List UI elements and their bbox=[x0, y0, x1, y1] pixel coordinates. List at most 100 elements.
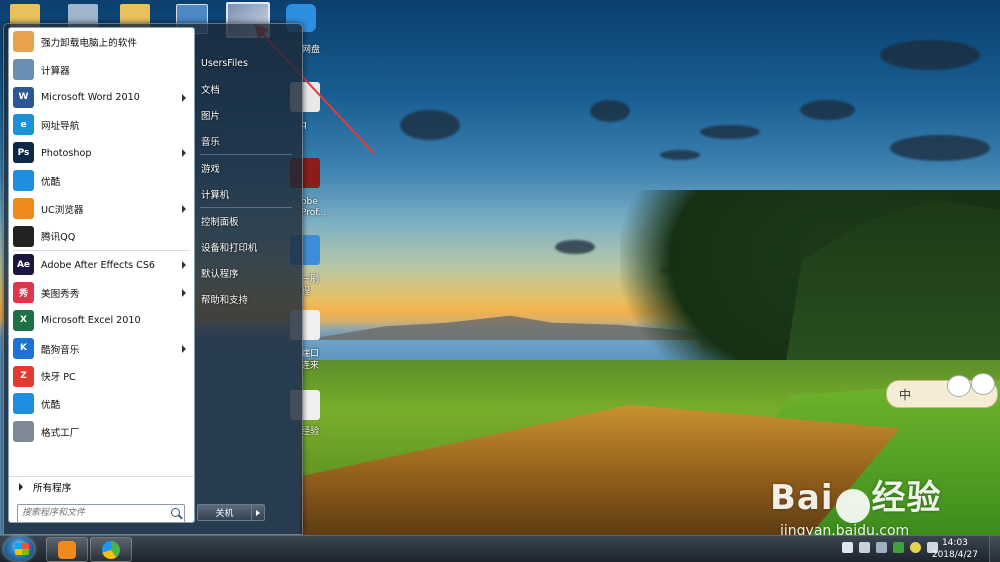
program-item[interactable]: W Microsoft Word 2010 bbox=[9, 84, 194, 112]
submenu-arrow-icon[interactable] bbox=[182, 93, 186, 102]
submenu-arrow-icon[interactable] bbox=[182, 261, 186, 270]
watermark-brand: Bai bbox=[770, 478, 834, 518]
uc-browser-icon bbox=[13, 197, 34, 219]
format-factory-icon bbox=[13, 421, 34, 443]
baidu-watermark: Bai 经验 jingyan.baidu.com bbox=[770, 470, 942, 535]
taskbar: 14:03 2018/4/27 bbox=[0, 535, 1000, 562]
clock-time: 14:03 bbox=[941, 538, 968, 548]
photoshop-icon: Ps bbox=[13, 142, 34, 164]
monitor-tray-icon[interactable] bbox=[876, 542, 887, 553]
ime-toolbar[interactable]: 中 bbox=[886, 373, 998, 408]
program-item-label: Microsoft Word 2010 bbox=[41, 91, 140, 103]
watermark-url: jingyan.baidu.com bbox=[780, 523, 910, 535]
calculator-icon bbox=[13, 58, 34, 80]
browser-360-icon bbox=[102, 540, 120, 559]
program-item-label: 酷狗音乐 bbox=[41, 344, 80, 356]
baidu-paw-icon bbox=[835, 489, 870, 523]
program-item[interactable]: X Microsoft Excel 2010 bbox=[9, 307, 194, 335]
word-icon: W bbox=[13, 86, 34, 108]
all-programs-button[interactable]: 所有程序 bbox=[9, 476, 194, 497]
start-menu-places-pane: UsersFiles 文档 图片 音乐 游戏 计算机 控制面板 设备和打印机 默认程序 帮助和支持 bbox=[194, 50, 298, 312]
program-item-label: 美图秀秀 bbox=[41, 289, 80, 301]
submenu-arrow-icon[interactable] bbox=[182, 344, 186, 353]
volume-icon[interactable] bbox=[842, 542, 853, 553]
windows-logo-icon bbox=[15, 543, 29, 555]
taskbar-360-browser-button[interactable] bbox=[90, 537, 132, 562]
program-item[interactable]: 腾讯QQ bbox=[9, 223, 194, 251]
right-item-help-support[interactable]: 帮助和支持 bbox=[194, 286, 298, 312]
search-icon[interactable] bbox=[171, 508, 180, 517]
right-item-usersfiles[interactable]: UsersFiles bbox=[194, 50, 298, 76]
program-list: 强力卸载电脑上的软件 计算器 W Microsoft Word 2010 e 网址导航 Ps… bbox=[9, 28, 194, 446]
search-box[interactable] bbox=[17, 504, 185, 523]
all-programs-label: 所有程序 bbox=[33, 483, 72, 494]
program-item[interactable]: Ae Adobe After Effects CS6 bbox=[9, 251, 194, 279]
security-shield-icon[interactable] bbox=[893, 542, 904, 553]
program-item-label: Microsoft Excel 2010 bbox=[41, 315, 141, 327]
shutdown-button[interactable]: 关机 bbox=[198, 505, 252, 520]
desktop-icon-flash-label-1: obe bbox=[301, 197, 318, 207]
program-item-label: 优酷 bbox=[41, 176, 61, 188]
desktop-icon-app-5-label: 经验 bbox=[301, 427, 320, 437]
youku-icon bbox=[13, 393, 34, 415]
qq-icon bbox=[13, 225, 34, 247]
program-item-label: 网址导航 bbox=[41, 121, 80, 133]
right-item-computer[interactable]: 计算机 bbox=[194, 181, 298, 207]
right-item-documents[interactable]: 文档 bbox=[194, 76, 298, 102]
expand-arrow-icon bbox=[19, 483, 23, 491]
program-item[interactable]: 秀美图秀秀 bbox=[9, 279, 194, 307]
watermark-brand-2: 经验 bbox=[871, 478, 942, 518]
desktop-icon-app-4-label-2: 连来 bbox=[301, 361, 320, 371]
network-icon[interactable] bbox=[859, 542, 870, 553]
program-item[interactable]: e 网址导航 bbox=[9, 111, 194, 139]
ime-mascot-icon bbox=[971, 373, 995, 395]
right-item-music[interactable]: 音乐 bbox=[194, 128, 298, 154]
shutdown-options-arrow-icon[interactable] bbox=[252, 505, 264, 520]
shutdown-button-group: 关机 bbox=[197, 504, 265, 521]
program-item-label: Adobe After Effects CS6 bbox=[41, 259, 156, 271]
right-item-games[interactable]: 游戏 bbox=[194, 155, 298, 181]
submenu-arrow-icon[interactable] bbox=[182, 149, 186, 158]
program-item[interactable]: 优酷 bbox=[9, 167, 194, 195]
program-item-label: 优酷 bbox=[41, 400, 61, 412]
youku-icon bbox=[13, 169, 34, 191]
program-item[interactable]: UC浏览器 bbox=[9, 195, 194, 223]
desktop-icon-flash-label-2: Prof... bbox=[301, 208, 327, 218]
right-item-pictures[interactable]: 图片 bbox=[194, 102, 298, 128]
submenu-arrow-icon[interactable] bbox=[182, 204, 186, 213]
program-item-label: 强力卸载电脑上的软件 bbox=[41, 37, 137, 49]
program-item[interactable]: 计算器 bbox=[9, 56, 194, 84]
program-item[interactable]: K 酷狗音乐 bbox=[9, 335, 194, 363]
submenu-arrow-icon[interactable] bbox=[182, 289, 186, 298]
show-desktop-button[interactable] bbox=[989, 536, 1000, 562]
program-item[interactable]: 强力卸载电脑上的软件 bbox=[9, 28, 194, 56]
after-effects-icon: Ae bbox=[13, 254, 34, 276]
program-item[interactable]: 优酷 bbox=[9, 390, 194, 418]
start-button[interactable] bbox=[4, 537, 34, 561]
kuaiya-icon: Z bbox=[13, 365, 34, 387]
search-input[interactable] bbox=[18, 505, 166, 520]
kugou-icon: K bbox=[13, 337, 34, 359]
ime-mode-label: 中 bbox=[899, 387, 912, 402]
right-item-default-programs[interactable]: 默认程序 bbox=[194, 260, 298, 286]
system-tray bbox=[842, 542, 938, 553]
ie-icon: e bbox=[13, 114, 34, 136]
right-item-devices-printers[interactable]: 设备和打印机 bbox=[194, 234, 298, 260]
program-item[interactable]: 格式工厂 bbox=[9, 418, 194, 446]
program-item[interactable]: Z 快牙 PC bbox=[9, 363, 194, 391]
right-item-control-panel[interactable]: 控制面板 bbox=[194, 208, 298, 234]
uc-browser-icon bbox=[58, 540, 76, 559]
uninstaller-icon bbox=[13, 31, 34, 52]
start-menu: 强力卸载电脑上的软件 计算器 W Microsoft Word 2010 e 网址导航 Ps… bbox=[3, 23, 303, 535]
program-item-label: 腾讯QQ bbox=[41, 232, 76, 244]
clock-date: 2018/4/27 bbox=[931, 550, 978, 560]
program-item[interactable]: Ps Photoshop bbox=[9, 139, 194, 167]
program-item-label: Photoshop bbox=[41, 147, 92, 159]
taskbar-uc-browser-button[interactable] bbox=[46, 537, 88, 562]
excel-icon: X bbox=[13, 309, 34, 331]
tray-plus-icon[interactable] bbox=[910, 542, 921, 553]
program-item-label: 快牙 PC bbox=[41, 372, 76, 384]
program-item-label: 计算器 bbox=[41, 65, 70, 77]
start-menu-programs-pane: 强力卸载电脑上的软件 计算器 W Microsoft Word 2010 e 网址导航 Ps… bbox=[8, 27, 195, 523]
system-clock[interactable]: 14:03 2018/4/27 bbox=[932, 537, 978, 561]
